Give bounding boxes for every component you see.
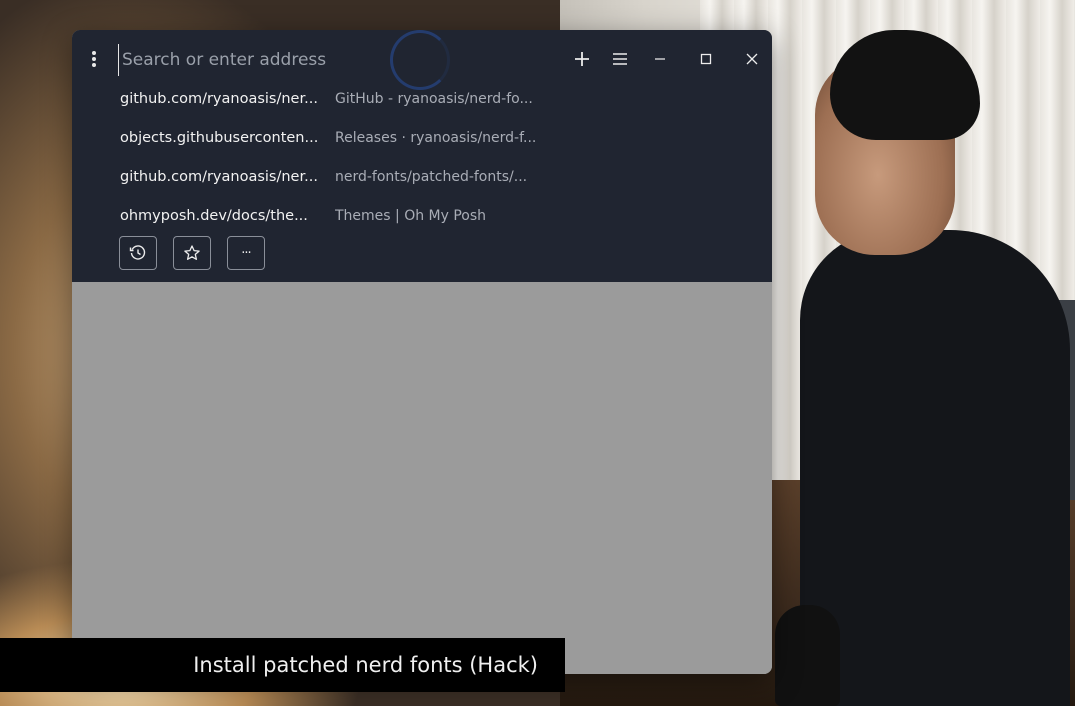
suggestion-item[interactable]: objects.githubuserconten... Releases · r…	[72, 119, 772, 157]
suggestion-item[interactable]: github.com/ryanoasis/ner... GitHub - rya…	[72, 80, 772, 118]
hamburger-icon[interactable]	[606, 48, 634, 70]
suggestion-url: github.com/ryanoasis/ner...	[120, 91, 318, 107]
wallpaper-person-body	[800, 230, 1070, 706]
suggestion-title: Releases · ryanoasis/nerd-f...	[335, 130, 537, 146]
wallpaper-cup	[775, 605, 840, 706]
vertical-dots-icon[interactable]	[84, 46, 104, 72]
suggestion-title: nerd-fonts/patched-fonts/...	[335, 169, 528, 185]
address-dropdown: github.com/ryanoasis/ner... GitHub - rya…	[72, 30, 772, 282]
history-icon	[129, 245, 146, 260]
minimize-icon[interactable]	[646, 48, 674, 70]
bookmarks-button[interactable]	[173, 236, 211, 270]
suggestion-title: Themes | Oh My Posh	[335, 208, 487, 224]
page-content-area[interactable]	[72, 282, 772, 674]
caption-bar: Install patched nerd fonts (Hack)	[0, 638, 565, 692]
plus-icon[interactable]	[568, 48, 596, 70]
star-icon	[184, 245, 200, 260]
address-input[interactable]	[118, 44, 564, 76]
maximize-icon[interactable]	[692, 48, 720, 70]
browser-window: github.com/ryanoasis/ner... GitHub - rya…	[72, 30, 772, 674]
suggestion-url: objects.githubuserconten...	[120, 130, 319, 146]
close-icon[interactable]	[738, 48, 766, 70]
suggestion-url: github.com/ryanoasis/ner...	[120, 169, 318, 185]
ellipsis-icon: ···	[241, 245, 251, 261]
more-button[interactable]: ···	[227, 236, 265, 270]
suggestion-item[interactable]: github.com/ryanoasis/ner... nerd-fonts/p…	[72, 158, 772, 196]
suggestion-title: GitHub - ryanoasis/nerd-fo...	[335, 91, 533, 107]
history-button[interactable]	[119, 236, 157, 270]
caption-text: Install patched nerd fonts (Hack)	[193, 653, 538, 677]
suggestion-url: ohmyposh.dev/docs/the...	[120, 208, 308, 224]
suggestion-item[interactable]: ohmyposh.dev/docs/the... Themes | Oh My …	[72, 197, 772, 235]
